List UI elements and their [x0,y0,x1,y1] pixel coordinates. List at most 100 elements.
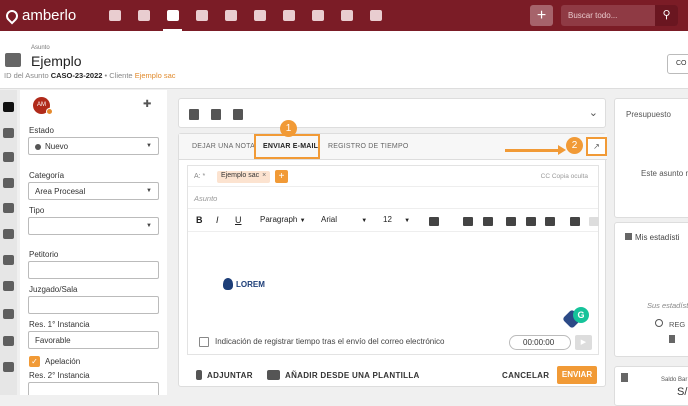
case-id: CASO-23-2022 [50,71,103,80]
balance-card: Saldo Bar S/. [614,366,688,406]
open-external-icon[interactable]: ↗ [586,137,607,156]
font-family-select[interactable]: Arial ▼ [321,215,367,224]
mail-icon[interactable] [3,336,14,346]
composer-actions: ADJUNTAR AÑADIR DESDE UNA PLANTILLA CANC… [179,362,607,388]
stats-card: Mis estadísti Sus estadísti REG [614,222,688,357]
search-icon[interactable]: ⚲ [655,5,678,26]
add-new-button[interactable]: + [530,5,553,26]
people-icon[interactable] [3,128,14,138]
nav-cases-button[interactable] [158,0,187,31]
grammarly-icon[interactable]: G [573,307,589,323]
add-template-button[interactable]: AÑADIR DESDE UNA PLANTILLA [285,371,420,380]
bold-button[interactable]: B [196,215,203,225]
add-event-icon[interactable] [211,109,221,120]
nav-dashboard-button[interactable] [100,0,129,31]
cc-bcc-links: CC Copia oculta [541,173,588,180]
recipient-chip[interactable]: Ejemplo sac × [217,171,271,183]
annotation-arrow [505,149,561,152]
client-link[interactable]: Ejemplo sac [135,71,176,80]
money-icon [669,335,675,345]
flag-icon[interactable] [189,109,199,120]
timer-input[interactable]: 00:00:00 [509,335,571,350]
underline-button[interactable]: U [235,215,242,225]
nav-folder-button[interactable] [303,0,332,31]
email-composer-card: DEJAR UNA NOTA ENVIAR E-MAIL REGISTRO DE… [178,120,607,388]
billing-icon [195,10,208,21]
reg-label: REG [655,319,685,329]
code-icon[interactable] [545,217,555,226]
undo-icon[interactable] [570,217,580,226]
amberlo-logo-icon [3,7,21,24]
res2-input[interactable] [28,382,159,395]
bullet-list-icon[interactable] [483,217,493,226]
summary-icon[interactable] [3,102,14,112]
subject-input[interactable]: Asunto [194,194,217,203]
divider [188,186,598,187]
step-2-badge: 2 [566,137,583,154]
ordered-list-icon[interactable] [463,217,473,226]
res1-label: Res. 1° Instancia [29,320,90,329]
tasks-icon[interactable] [3,178,14,188]
nav-timer-button[interactable] [274,0,303,31]
res1-input[interactable]: Favorable [28,331,159,349]
history-icon[interactable] [3,229,14,239]
separator: • [104,71,108,80]
tab-time-log[interactable]: REGISTRO DE TIEMPO [328,143,408,150]
italic-button[interactable]: I [216,215,219,225]
divider [188,208,598,209]
categoria-value: Area Procesal [35,187,86,196]
chevron-down-icon: ▼ [146,223,152,229]
categoria-select[interactable]: Area Procesal ▼ [28,182,159,200]
bcc-link[interactable]: Copia oculta [552,173,588,180]
logo-text: LOREM [236,279,265,289]
right-sidebar: Presupuesto Este asunto n Mis estadísti … [614,90,688,406]
settings-icon[interactable] [3,362,14,372]
dashboard-icon [108,10,121,21]
email-body-logo: LOREM [223,278,265,290]
align-icon[interactable] [429,217,439,226]
nav-calendar-button[interactable] [245,0,274,31]
transfer-icon[interactable] [3,255,14,265]
tab-note[interactable]: DEJAR UNA NOTA [192,143,255,150]
nav-bank-button[interactable] [216,0,245,31]
remove-recipient-icon[interactable]: × [262,172,266,179]
chevron-down-icon[interactable]: ⌄ [589,106,598,119]
expenses-icon[interactable] [3,309,14,319]
estado-label: Estado [29,126,54,135]
nav-mail-button[interactable] [332,0,361,31]
nav-contacts-button[interactable] [129,0,158,31]
balance-label: Saldo Bar [661,377,688,383]
nav-reports-button[interactable] [361,0,390,31]
size-value: 12 [383,215,392,224]
register-time-checkbox[interactable] [199,337,209,347]
app-logo[interactable]: amberlo [0,7,100,24]
send-button[interactable]: ENVIAR [557,366,597,384]
petitorio-input[interactable] [28,261,159,279]
cancel-button[interactable]: CANCELAR [502,371,549,380]
apelacion-checkbox[interactable]: ✓ [29,356,40,367]
image-icon[interactable] [526,217,536,226]
add-recipient-button[interactable]: + [275,170,288,183]
calendar-icon[interactable] [3,203,14,213]
attach-button[interactable]: ADJUNTAR [207,371,253,380]
add-user-icon[interactable]: ✚ [143,99,151,110]
juzgado-input[interactable] [28,296,159,314]
folder-icon [311,10,324,21]
font-size-select[interactable]: 12 ▼ [383,215,410,224]
nav-billing-button[interactable] [187,0,216,31]
case-details-form: AM ✚ Estado Nuevo ▼ Categoría Area Proce… [20,90,167,395]
play-icon[interactable]: ▶ [575,335,592,350]
paragraph-format-select[interactable]: Paragraph ▼ [260,215,306,224]
add-task-icon[interactable] [233,109,243,120]
estado-select[interactable]: Nuevo ▼ [28,137,159,155]
client-label: Cliente [109,71,133,80]
header-action-button[interactable]: CO [667,54,688,74]
lorem-logo-icon [223,278,233,290]
link-icon[interactable] [506,217,516,226]
cc-link[interactable]: CC [541,173,550,180]
share-icon[interactable] [3,152,14,162]
money-icon[interactable] [3,281,14,291]
search-input[interactable]: Buscar todo... ⚲ [561,5,678,26]
tipo-select[interactable]: ▼ [28,217,159,235]
composer-tabs: DEJAR UNA NOTA ENVIAR E-MAIL REGISTRO DE… [179,120,607,160]
